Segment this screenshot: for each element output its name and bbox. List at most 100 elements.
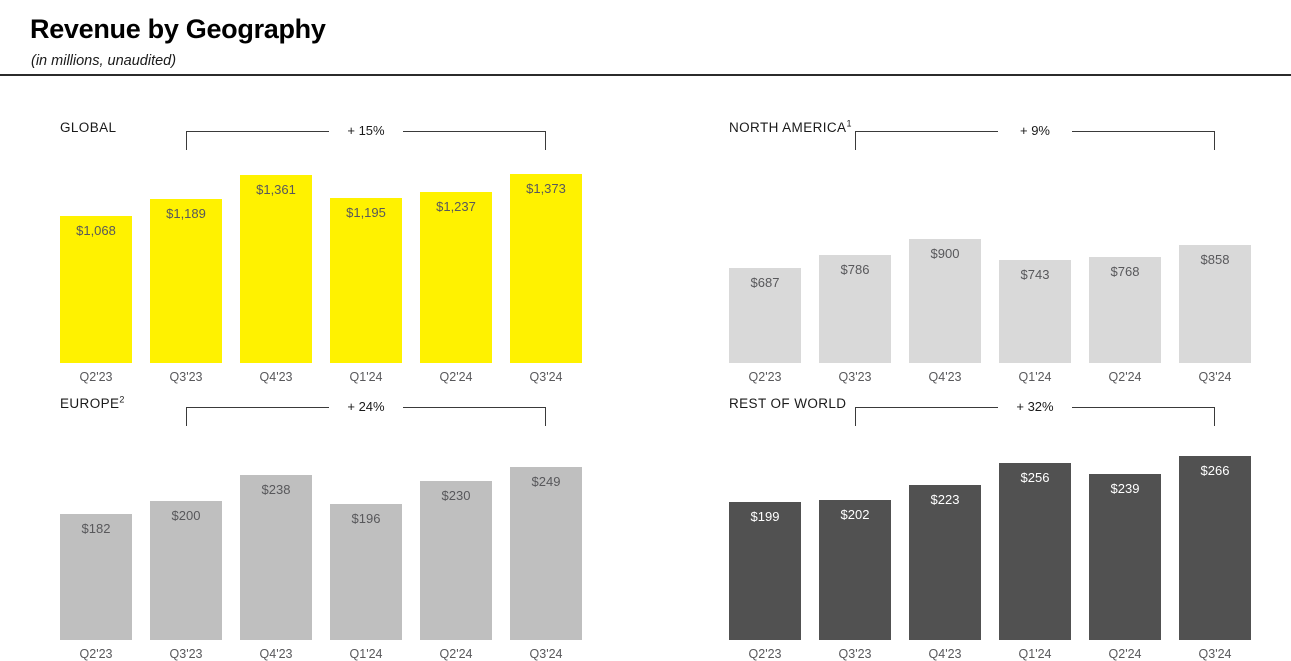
bar-value-label: $858 — [1200, 252, 1230, 267]
bar-group[interactable]: $230 Q2'24 — [420, 432, 492, 661]
bar[interactable]: $256 — [999, 463, 1071, 640]
bar-value-label: $900 — [930, 246, 960, 261]
bar-value-label: $1,373 — [526, 181, 566, 196]
bar-value-label: $266 — [1200, 463, 1230, 478]
category-label: Q1'24 — [1018, 647, 1052, 661]
bar-value-label: $786 — [840, 262, 870, 277]
category-label: Q2'24 — [439, 647, 473, 661]
bar-group[interactable]: $238 Q4'23 — [240, 432, 312, 661]
bar-group[interactable]: $200 Q3'23 — [150, 432, 222, 661]
bar-group[interactable]: $1,068 Q2'23 — [60, 156, 132, 384]
bar-group[interactable]: $900 Q4'23 — [909, 156, 981, 384]
category-label: Q2'23 — [748, 370, 782, 384]
bar[interactable]: $1,189 — [150, 199, 222, 363]
bar[interactable]: $199 — [729, 502, 801, 640]
bar[interactable]: $900 — [909, 239, 981, 363]
chart-title-north-america: NORTH AMERICA1 — [729, 118, 852, 135]
bar[interactable]: $768 — [1089, 257, 1161, 363]
bar[interactable]: $1,361 — [240, 175, 312, 363]
category-label: Q3'24 — [1198, 647, 1232, 661]
chart-title-global: GLOBAL — [60, 120, 117, 135]
bar-value-label: $238 — [261, 482, 291, 497]
bar-group[interactable]: $768 Q2'24 — [1089, 156, 1161, 384]
bar-group[interactable]: $223 Q4'23 — [909, 432, 981, 661]
bar-group[interactable]: $196 Q1'24 — [330, 432, 402, 661]
bracket-line-left — [855, 131, 998, 132]
bar[interactable]: $230 — [420, 481, 492, 640]
bar-group[interactable]: $743 Q1'24 — [999, 156, 1071, 384]
bar[interactable]: $249 — [510, 467, 582, 640]
bar[interactable]: $1,373 — [510, 174, 582, 363]
bar-value-label: $249 — [531, 474, 561, 489]
bracket-tick-left — [855, 131, 856, 150]
bar-group[interactable]: $1,189 Q3'23 — [150, 156, 222, 384]
category-label: Q4'23 — [928, 647, 962, 661]
bracket-tick-left — [186, 131, 187, 150]
bracket-line-right — [1072, 131, 1215, 132]
bar-group[interactable]: $202 Q3'23 — [819, 432, 891, 661]
category-label: Q2'23 — [79, 370, 113, 384]
bar[interactable]: $196 — [330, 504, 402, 640]
bar-value-label: $199 — [750, 509, 780, 524]
bar-value-label: $223 — [930, 492, 960, 507]
growth-bracket: + 15% — [186, 120, 546, 150]
bar[interactable]: $687 — [729, 268, 801, 363]
category-label: Q3'23 — [169, 370, 203, 384]
bar-group[interactable]: $249 Q3'24 — [510, 432, 582, 661]
category-label: Q4'23 — [259, 370, 293, 384]
bar[interactable]: $786 — [819, 255, 891, 363]
bar[interactable]: $858 — [1179, 245, 1251, 363]
category-label: Q3'23 — [838, 647, 872, 661]
bar-value-label: $196 — [351, 511, 381, 526]
bar[interactable]: $1,195 — [330, 198, 402, 363]
bar-group[interactable]: $239 Q2'24 — [1089, 432, 1161, 661]
plot-area-north-america: $687 Q2'23 $786 Q3'23 $900 Q4'23 $743 Q1'24 $768… — [729, 156, 1251, 384]
plot-area-europe: $182 Q2'23 $200 Q3'23 $238 Q4'23 $196 Q1'24 $230… — [60, 432, 582, 661]
growth-percent-label: + 15% — [347, 123, 385, 138]
category-label: Q3'23 — [169, 647, 203, 661]
bar[interactable]: $238 — [240, 475, 312, 640]
bar-value-label: $1,237 — [436, 199, 476, 214]
bar[interactable]: $743 — [999, 260, 1071, 363]
category-label: Q3'24 — [529, 370, 563, 384]
category-label: Q2'23 — [79, 647, 113, 661]
page-title: Revenue by Geography — [30, 14, 326, 44]
bar[interactable]: $200 — [150, 501, 222, 640]
category-label: Q3'24 — [1198, 370, 1232, 384]
header-divider — [0, 74, 1291, 76]
category-label: Q3'23 — [838, 370, 872, 384]
bar[interactable]: $239 — [1089, 474, 1161, 640]
bar-group[interactable]: $256 Q1'24 — [999, 432, 1071, 661]
footnote-marker: 2 — [119, 394, 125, 405]
bar-group[interactable]: $1,237 Q2'24 — [420, 156, 492, 384]
bar[interactable]: $1,237 — [420, 192, 492, 363]
bar-value-label: $1,195 — [346, 205, 386, 220]
bar-value-label: $200 — [171, 508, 201, 523]
bar-group[interactable]: $1,361 Q4'23 — [240, 156, 312, 384]
bar-group[interactable]: $266 Q3'24 — [1179, 432, 1251, 661]
growth-bracket: + 32% — [855, 396, 1215, 426]
bar-value-label: $182 — [81, 521, 111, 536]
bar-value-label: $256 — [1020, 470, 1050, 485]
bar-value-label: $768 — [1110, 264, 1140, 279]
bar[interactable]: $1,068 — [60, 216, 132, 363]
bracket-tick-right — [545, 131, 546, 150]
bracket-tick-left — [186, 407, 187, 426]
bar-group[interactable]: $858 Q3'24 — [1179, 156, 1251, 384]
bar-group[interactable]: $786 Q3'23 — [819, 156, 891, 384]
growth-percent-label: + 24% — [347, 399, 385, 414]
bar-group[interactable]: $1,195 Q1'24 — [330, 156, 402, 384]
bar[interactable]: $182 — [60, 514, 132, 640]
category-label: Q2'24 — [439, 370, 473, 384]
bar-group[interactable]: $182 Q2'23 — [60, 432, 132, 661]
bracket-tick-left — [855, 407, 856, 426]
growth-bracket: + 9% — [855, 120, 1215, 150]
bar-group[interactable]: $1,373 Q3'24 — [510, 156, 582, 384]
chart-title-rest-of-world: REST OF WORLD — [729, 396, 847, 411]
plot-area-rest-of-world: $199 Q2'23 $202 Q3'23 $223 Q4'23 $256 Q1'24 $239… — [729, 432, 1251, 661]
bar-group[interactable]: $199 Q2'23 — [729, 432, 801, 661]
bar[interactable]: $202 — [819, 500, 891, 640]
bar[interactable]: $266 — [1179, 456, 1251, 640]
bar[interactable]: $223 — [909, 485, 981, 640]
bar-group[interactable]: $687 Q2'23 — [729, 156, 801, 384]
